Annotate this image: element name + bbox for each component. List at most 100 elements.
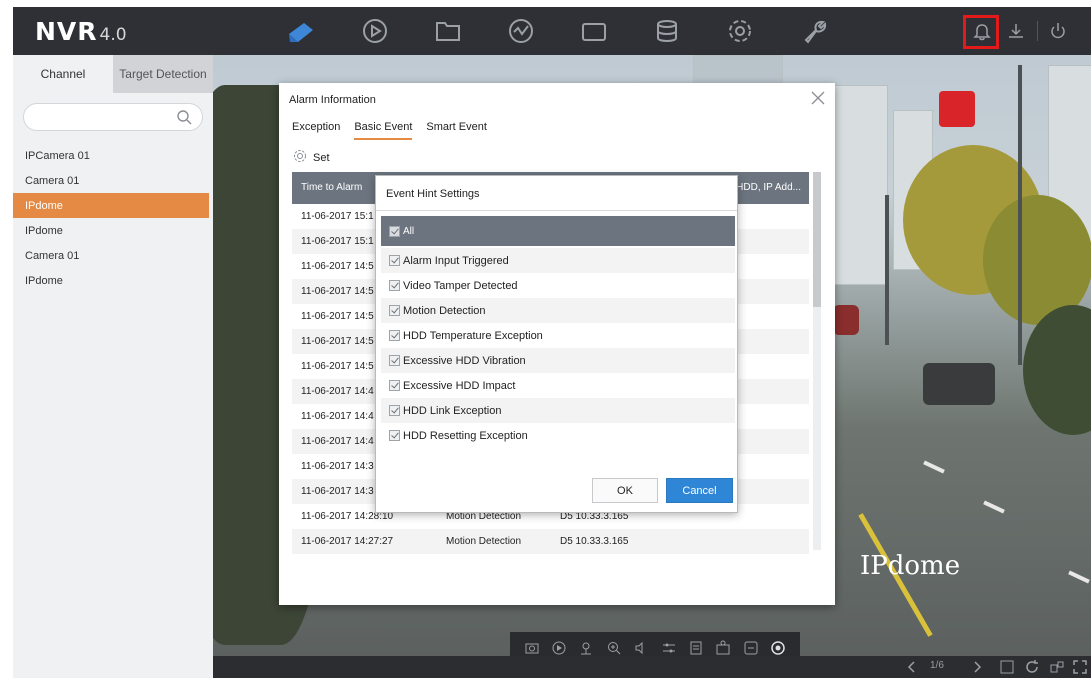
car bbox=[833, 305, 859, 335]
ptz-icon[interactable] bbox=[578, 640, 594, 656]
checkbox-icon[interactable] bbox=[389, 355, 400, 366]
switch-stream-icon[interactable] bbox=[743, 640, 759, 656]
alarm-time-cell: 11-06-2017 14:4 bbox=[301, 436, 374, 447]
car bbox=[923, 363, 995, 405]
building bbox=[833, 85, 888, 285]
divider bbox=[1037, 21, 1038, 41]
search-icon[interactable] bbox=[176, 109, 192, 125]
image-settings-icon[interactable] bbox=[661, 640, 677, 656]
camera-name-overlay: IPdome bbox=[860, 551, 961, 581]
checkbox-icon[interactable] bbox=[389, 380, 400, 391]
alarm-time-cell: 11-06-2017 14:5 bbox=[301, 261, 374, 272]
event-hint-label: HDD Temperature Exception bbox=[403, 329, 543, 342]
channel-item[interactable]: IPdome bbox=[13, 218, 213, 243]
event-hint-checkbox-item[interactable]: HDD Resetting Exception bbox=[381, 423, 735, 448]
target-icon[interactable] bbox=[715, 640, 731, 656]
event-hint-label: HDD Resetting Exception bbox=[403, 429, 528, 442]
alarm-time-cell: 11-06-2017 14:5 bbox=[301, 286, 374, 297]
lane-marking bbox=[983, 500, 1005, 514]
tab-basic-event[interactable]: Basic Event bbox=[354, 121, 413, 140]
next-page-icon[interactable] bbox=[968, 658, 986, 676]
event-hint-label: HDD Link Exception bbox=[403, 404, 502, 417]
top-navigation-bar: NVR 4.0 bbox=[13, 7, 1091, 55]
settings-icon[interactable] bbox=[725, 16, 755, 46]
channel-search-input[interactable] bbox=[23, 103, 203, 131]
smart-analysis-icon[interactable] bbox=[506, 16, 536, 46]
alarm-time-cell: 11-06-2017 14:3 bbox=[301, 461, 374, 472]
checkbox-icon[interactable] bbox=[389, 305, 400, 316]
maintenance-icon[interactable] bbox=[798, 16, 828, 46]
checkbox-icon[interactable] bbox=[389, 225, 400, 237]
channel-list: IPCamera 01 Camera 01 IPdome IPdome Came… bbox=[13, 143, 213, 293]
single-screen-icon[interactable] bbox=[998, 658, 1016, 676]
alarm-time-cell: 11-06-2017 14:5 bbox=[301, 336, 374, 347]
fisheye-icon[interactable] bbox=[770, 640, 786, 656]
select-all-checkbox[interactable]: All bbox=[381, 216, 735, 246]
page-indicator: 1/6 bbox=[930, 660, 944, 671]
refresh-icon[interactable] bbox=[1023, 658, 1041, 676]
tab-exception[interactable]: Exception bbox=[292, 121, 340, 140]
event-hint-label: Excessive HDD Impact bbox=[403, 379, 516, 392]
table-scrollbar[interactable] bbox=[813, 172, 821, 550]
playback-icon[interactable] bbox=[360, 16, 390, 46]
divider bbox=[376, 210, 737, 211]
alarm-time-cell: 11-06-2017 15:1 bbox=[301, 236, 374, 247]
event-hint-checkbox-item[interactable]: HDD Temperature Exception bbox=[381, 323, 735, 348]
live-view-icon[interactable] bbox=[286, 16, 316, 46]
recording-indicator-icon bbox=[939, 91, 975, 127]
checkbox-icon[interactable] bbox=[389, 255, 400, 266]
close-icon[interactable] bbox=[809, 89, 827, 107]
previous-page-icon[interactable] bbox=[903, 658, 921, 676]
ok-button[interactable]: OK bbox=[592, 478, 658, 503]
power-icon[interactable] bbox=[1047, 20, 1069, 42]
checkbox-icon[interactable] bbox=[389, 405, 400, 416]
event-hint-checkbox-item[interactable]: Motion Detection bbox=[381, 298, 735, 323]
instant-playback-icon[interactable] bbox=[551, 640, 567, 656]
alarm-time-cell: 11-06-2017 14:27:27 bbox=[301, 536, 394, 547]
tab-channel[interactable]: Channel bbox=[13, 55, 113, 93]
alarm-tabs: Exception Basic Event Smart Event bbox=[292, 121, 487, 140]
tab-smart-event[interactable]: Smart Event bbox=[426, 121, 487, 140]
cancel-button[interactable]: Cancel bbox=[666, 478, 733, 503]
channel-item[interactable]: IPdome bbox=[13, 268, 213, 293]
info-icon[interactable] bbox=[688, 640, 704, 656]
event-hint-checkbox-item[interactable]: Excessive HDD Impact bbox=[381, 373, 735, 398]
set-button[interactable]: Set bbox=[293, 149, 330, 166]
file-management-icon[interactable] bbox=[433, 16, 463, 46]
column-time[interactable]: Time to Alarm bbox=[301, 182, 362, 193]
event-hint-checkbox-item[interactable]: HDD Link Exception bbox=[381, 398, 735, 423]
channel-item[interactable]: Camera 01 bbox=[13, 243, 213, 268]
event-hint-label: Motion Detection bbox=[403, 304, 486, 317]
alarm-time-cell: 11-06-2017 14:5 bbox=[301, 361, 374, 372]
channel-item-selected[interactable]: IPdome bbox=[13, 193, 209, 218]
channel-item[interactable]: IPCamera 01 bbox=[13, 143, 213, 168]
alarm-bell-icon[interactable] bbox=[971, 20, 993, 42]
camera-management-icon[interactable] bbox=[579, 16, 609, 46]
event-hint-settings-dialog: Event Hint Settings All Alarm Input Trig… bbox=[375, 175, 738, 513]
logo-main: NVR bbox=[35, 17, 98, 46]
download-icon[interactable] bbox=[1005, 20, 1027, 42]
event-hint-checkbox-item[interactable]: Video Tamper Detected bbox=[381, 273, 735, 298]
channel-sidebar: Channel Target Detection IPCamera 01 Cam… bbox=[13, 55, 213, 678]
checkbox-icon[interactable] bbox=[389, 330, 400, 341]
lane-marking bbox=[923, 460, 945, 474]
audio-icon[interactable] bbox=[633, 640, 649, 656]
storage-icon[interactable] bbox=[652, 16, 682, 46]
scrollbar-thumb[interactable] bbox=[813, 172, 821, 307]
column-source[interactable]: ., HDD, IP Add... bbox=[728, 182, 801, 193]
layout-icon[interactable] bbox=[1048, 658, 1066, 676]
hint-dialog-title: Event Hint Settings bbox=[386, 188, 480, 200]
lane-marking bbox=[1068, 570, 1090, 584]
zoom-icon[interactable] bbox=[606, 640, 622, 656]
event-hint-checkbox-item[interactable]: Alarm Input Triggered bbox=[381, 248, 735, 273]
checkbox-icon[interactable] bbox=[389, 280, 400, 291]
tab-target-detection[interactable]: Target Detection bbox=[113, 55, 213, 93]
checkbox-icon[interactable] bbox=[389, 430, 400, 441]
channel-item[interactable]: Camera 01 bbox=[13, 168, 213, 193]
event-hint-checkbox-item[interactable]: Excessive HDD Vibration bbox=[381, 348, 735, 373]
event-hint-label: Video Tamper Detected bbox=[403, 279, 518, 292]
table-row[interactable]: 11-06-2017 14:27:27 Motion Detection D5 10… bbox=[292, 529, 809, 554]
capture-icon[interactable] bbox=[524, 640, 540, 656]
fullscreen-icon[interactable] bbox=[1071, 658, 1089, 676]
sidebar-tabs: Channel Target Detection bbox=[13, 55, 213, 93]
